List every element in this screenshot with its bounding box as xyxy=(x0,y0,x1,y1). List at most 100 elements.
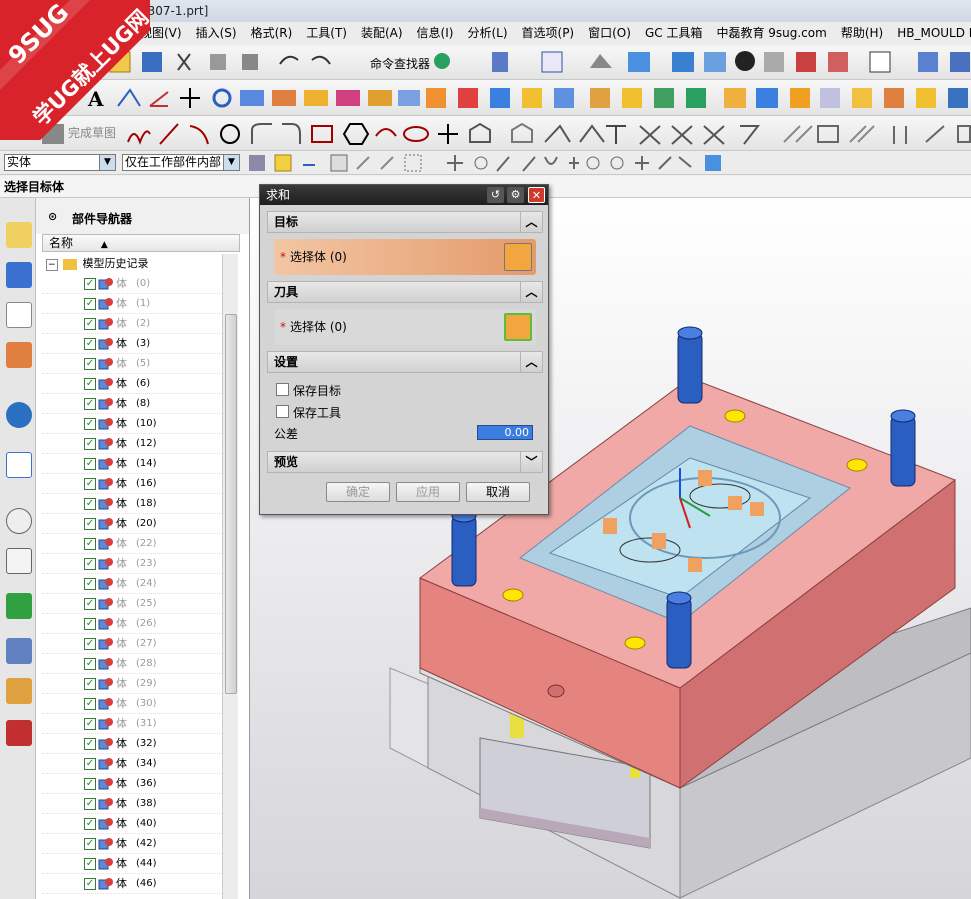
visibility-checkbox[interactable]: ✓ xyxy=(84,518,96,530)
tree-row[interactable]: ✓ 体 (32) xyxy=(42,734,222,754)
visibility-checkbox[interactable]: ✓ xyxy=(84,538,96,550)
tree-row[interactable]: ✓ 体 (3) xyxy=(42,334,222,354)
visibility-checkbox[interactable]: ✓ xyxy=(84,558,96,570)
scrollbar-thumb[interactable] xyxy=(225,314,237,694)
menu-item[interactable]: GC 工具箱 xyxy=(645,24,703,41)
process-studio-icon[interactable] xyxy=(6,638,32,664)
visibility-checkbox[interactable]: ✓ xyxy=(84,338,96,350)
visibility-checkbox[interactable]: ✓ xyxy=(84,778,96,790)
column-header-name[interactable]: 名称 ▲ xyxy=(42,234,240,252)
tolerance-input[interactable]: 0.00 xyxy=(477,425,533,440)
menu-item[interactable]: 信息(I) xyxy=(417,24,454,41)
cancel-button[interactable]: 取消 xyxy=(466,482,530,502)
visibility-checkbox[interactable]: ✓ xyxy=(84,598,96,610)
reset-icon[interactable]: ↺ xyxy=(487,187,504,203)
visibility-checkbox[interactable]: ✓ xyxy=(84,638,96,650)
tree-row[interactable]: ✓ 体 (14) xyxy=(42,454,222,474)
tree-row[interactable]: ✓ 体 (25) xyxy=(42,594,222,614)
visibility-checkbox[interactable]: ✓ xyxy=(84,478,96,490)
menu-item[interactable]: 装配(A) xyxy=(361,24,403,41)
visibility-checkbox[interactable]: ✓ xyxy=(84,358,96,370)
visibility-checkbox[interactable]: ✓ xyxy=(84,818,96,830)
tree-row[interactable]: ✓ 体 (5) xyxy=(42,354,222,374)
visibility-checkbox[interactable]: ✓ xyxy=(84,758,96,770)
tool-select-body[interactable]: * 选择体 (0) xyxy=(274,309,536,345)
tree-row[interactable]: ✓ 体 (16) xyxy=(42,474,222,494)
tree-row[interactable]: ✓ 体 (42) xyxy=(42,834,222,854)
visibility-checkbox[interactable]: ✓ xyxy=(84,718,96,730)
menu-item[interactable]: 窗口(O) xyxy=(588,24,631,41)
tree-row[interactable]: ✓ 体 (18) xyxy=(42,494,222,514)
tree-row[interactable]: ✓ 体 (27) xyxy=(42,634,222,654)
menu-item[interactable]: 分析(L) xyxy=(467,24,507,41)
tree-row[interactable]: ✓ 体 (22) xyxy=(42,534,222,554)
select-body-icon[interactable] xyxy=(504,313,532,341)
visibility-checkbox[interactable]: ✓ xyxy=(84,678,96,690)
history-icon[interactable] xyxy=(6,508,32,534)
roles-icon[interactable] xyxy=(6,678,32,704)
ok-button[interactable]: 确定 xyxy=(326,482,390,502)
tree-row[interactable]: ✓ 体 (2) xyxy=(42,314,222,334)
menu-item[interactable]: 帮助(H) xyxy=(841,24,883,41)
tool-section-header[interactable]: 刀具 ︿ xyxy=(267,281,543,303)
tree-root[interactable]: − 模型历史记录 xyxy=(46,254,149,274)
apply-button[interactable]: 应用 xyxy=(396,482,460,502)
settings-section-header[interactable]: 设置 ︿ xyxy=(267,351,543,373)
web-browser-icon[interactable] xyxy=(6,452,32,478)
toolbar-icons-row1[interactable] xyxy=(109,51,970,73)
visualization-icon[interactable] xyxy=(6,593,32,619)
visibility-checkbox[interactable]: ✓ xyxy=(84,438,96,450)
toolbar-icons-row3[interactable] xyxy=(42,122,971,145)
tree-row[interactable]: ✓ 体 (38) xyxy=(42,794,222,814)
chevron-up-icon[interactable]: ︿ xyxy=(520,352,542,372)
tree-row[interactable]: ✓ 体 (10) xyxy=(42,414,222,434)
visibility-checkbox[interactable]: ✓ xyxy=(84,698,96,710)
visibility-checkbox[interactable]: ✓ xyxy=(84,838,96,850)
tree-row[interactable]: ✓ 体 (6) xyxy=(42,374,222,394)
select-body-icon[interactable] xyxy=(504,243,532,271)
type-filter-dropdown[interactable]: 实体 ▼ xyxy=(4,154,116,171)
collapse-icon[interactable]: − xyxy=(46,259,58,271)
keep-tool-checkbox[interactable] xyxy=(276,405,289,418)
system-scenes-icon[interactable] xyxy=(6,720,32,746)
tree-row[interactable]: ✓ 体 (31) xyxy=(42,714,222,734)
tree-row[interactable]: ✓ 体 (30) xyxy=(42,694,222,714)
tree-row[interactable]: ✓ 体 (26) xyxy=(42,614,222,634)
selection-toolbar-icons[interactable] xyxy=(249,154,721,172)
target-section-header[interactable]: 目标 ︿ xyxy=(267,211,543,233)
menu-item[interactable]: 首选项(P) xyxy=(522,24,575,41)
visibility-checkbox[interactable]: ✓ xyxy=(84,618,96,630)
tree-row[interactable]: ✓ 体 (1) xyxy=(42,294,222,314)
keep-target-checkbox[interactable] xyxy=(276,383,289,396)
tree-row[interactable]: ✓ 体 (23) xyxy=(42,554,222,574)
chevron-up-icon[interactable]: ︿ xyxy=(520,282,542,302)
tree-row[interactable]: ✓ 体 (46) xyxy=(42,874,222,894)
visibility-checkbox[interactable]: ✓ xyxy=(84,398,96,410)
visibility-checkbox[interactable]: ✓ xyxy=(84,458,96,470)
tree-row[interactable]: ✓ 体 (0) xyxy=(42,274,222,294)
visibility-checkbox[interactable]: ✓ xyxy=(84,498,96,510)
reuse-library-icon[interactable] xyxy=(6,342,32,368)
selection-scope-dropdown[interactable]: 仅在工作部件内部 ▼ xyxy=(122,154,240,171)
chevron-down-icon[interactable]: ﹀ xyxy=(520,452,542,472)
menu-item[interactable]: 格式(R) xyxy=(251,24,293,41)
visibility-checkbox[interactable]: ✓ xyxy=(84,798,96,810)
tree-row[interactable]: ✓ 体 (8) xyxy=(42,394,222,414)
menu-item[interactable]: 插入(S) xyxy=(196,24,237,41)
target-select-body[interactable]: * 选择体 (0) xyxy=(274,239,536,275)
part-navigator-icon[interactable] xyxy=(6,302,32,328)
visibility-checkbox[interactable]: ✓ xyxy=(84,418,96,430)
visibility-checkbox[interactable]: ✓ xyxy=(84,858,96,870)
visibility-checkbox[interactable]: ✓ xyxy=(84,298,96,310)
close-icon[interactable]: ✕ xyxy=(528,187,545,203)
visibility-checkbox[interactable]: ✓ xyxy=(84,378,96,390)
menu-item[interactable]: HB_MOULD M6.7 xyxy=(897,26,971,40)
tree-row[interactable]: ✓ 体 (12) xyxy=(42,434,222,454)
visibility-checkbox[interactable]: ✓ xyxy=(84,738,96,750)
tree-row[interactable]: ✓ 体 (34) xyxy=(42,754,222,774)
visibility-checkbox[interactable]: ✓ xyxy=(84,658,96,670)
menu-item[interactable]: 工具(T) xyxy=(306,24,347,41)
preview-section-header[interactable]: 预览 ﹀ xyxy=(267,451,543,473)
command-finder-label[interactable]: 命令查找器 xyxy=(370,55,430,72)
toolbar-icons-row2[interactable]: A xyxy=(87,87,968,111)
